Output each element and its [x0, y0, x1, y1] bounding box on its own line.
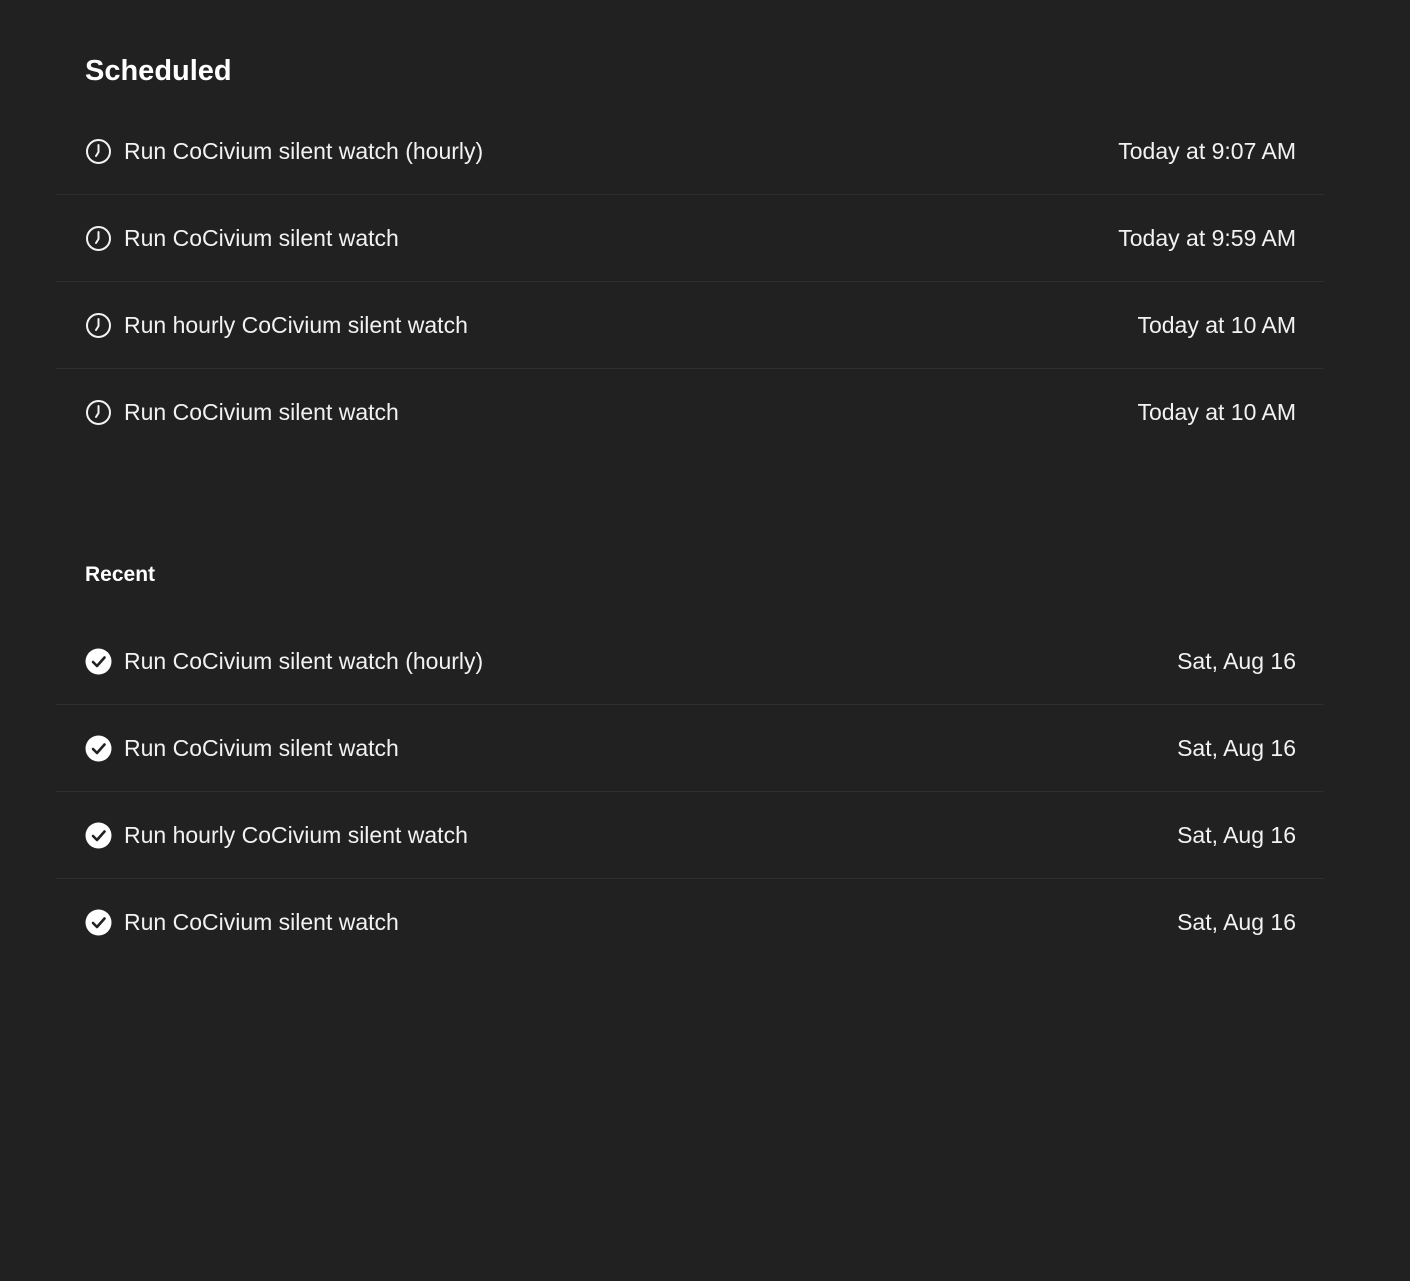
task-date: Sat, Aug 16	[1177, 647, 1296, 674]
scheduled-list: Run CoCivium silent watch (hourly) Today…	[56, 108, 1324, 456]
task-name: Run hourly CoCivium silent watch	[124, 821, 468, 848]
task-date: Sat, Aug 16	[1177, 821, 1296, 848]
scheduled-task-row[interactable]: Run CoCivium silent watch Today at 9:59 …	[56, 195, 1324, 282]
tasks-page: Scheduled Run CoCivium silent watch (hou…	[0, 0, 1410, 1281]
task-name: Run CoCivium silent watch	[124, 399, 399, 425]
task-name: Run CoCivium silent watch (hourly)	[124, 647, 484, 674]
task-name: Run hourly CoCivium silent watch	[124, 311, 468, 338]
scheduled-task-row[interactable]: Run CoCivium silent watch (hourly) Today…	[56, 108, 1324, 195]
scheduled-heading: Scheduled	[85, 55, 232, 87]
recent-heading: Recent	[85, 563, 156, 586]
task-date: Sat, Aug 16	[1177, 734, 1296, 761]
clock-icon	[85, 138, 112, 165]
recent-task-row[interactable]: Run CoCivium silent watch (hourly) Sat, …	[56, 618, 1324, 705]
task-time: Today at 9:07 AM	[1118, 137, 1296, 164]
scheduled-section: Scheduled Run CoCivium silent watch (hou…	[56, 50, 1324, 456]
check-circle-icon	[85, 822, 112, 849]
clock-icon	[85, 312, 112, 339]
recent-task-row[interactable]: Run CoCivium silent watch Sat, Aug 16	[56, 705, 1324, 792]
task-name: Run CoCivium silent watch	[124, 734, 399, 761]
task-time: Today at 9:59 AM	[1118, 224, 1296, 251]
task-name: Run CoCivium silent watch (hourly)	[124, 137, 484, 164]
recent-task-row[interactable]: Run CoCivium silent watch Sat, Aug 16	[56, 879, 1324, 966]
task-name: Run CoCivium silent watch	[124, 224, 399, 251]
recent-task-row[interactable]: Run hourly CoCivium silent watch Sat, Au…	[56, 792, 1324, 879]
task-date: Sat, Aug 16	[1177, 909, 1296, 935]
scheduled-task-row[interactable]: Run hourly CoCivium silent watch Today a…	[56, 282, 1324, 369]
task-name: Run CoCivium silent watch	[124, 909, 399, 935]
clock-icon	[85, 225, 112, 252]
scheduled-task-row[interactable]: Run CoCivium silent watch Today at 10 AM	[56, 369, 1324, 456]
check-circle-icon	[85, 735, 112, 762]
check-circle-icon	[85, 909, 112, 936]
clock-icon	[85, 399, 112, 426]
recent-list: Run CoCivium silent watch (hourly) Sat, …	[56, 618, 1324, 966]
task-time: Today at 10 AM	[1137, 399, 1296, 425]
recent-section: Recent Run CoCivium silent watch (hourly…	[56, 560, 1324, 966]
check-circle-icon	[85, 648, 112, 675]
task-time: Today at 10 AM	[1137, 311, 1296, 338]
